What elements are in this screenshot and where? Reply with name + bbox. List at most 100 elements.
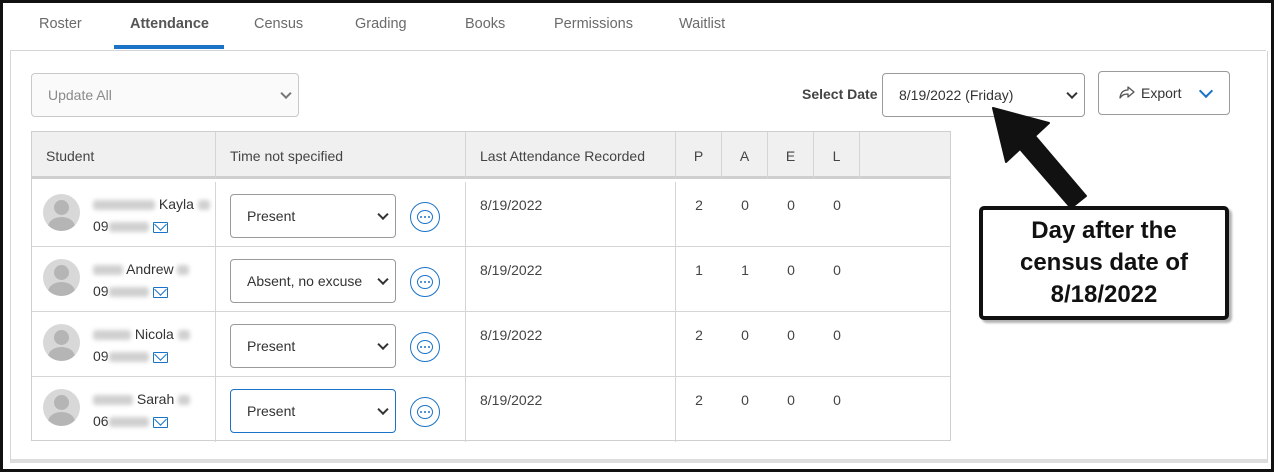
header-e: E	[768, 132, 814, 179]
count-excused: 0	[787, 327, 795, 343]
attendance-status-select[interactable]: Present	[230, 194, 396, 238]
header-last-attendance: Last Attendance Recorded	[466, 132, 676, 179]
tab-bar: Roster Attendance Census Grading Books P…	[10, 0, 1266, 51]
status-cell: Present	[216, 182, 466, 247]
tab-waitlist[interactable]: Waitlist	[679, 16, 725, 32]
comment-icon	[417, 210, 433, 224]
count-excused: 0	[787, 392, 795, 408]
student-first-name: Kayla	[158, 196, 194, 212]
comment-button[interactable]	[410, 202, 440, 232]
student-first-name: Nicola	[134, 326, 174, 342]
date-select[interactable]: 8/19/2022 (Friday)	[882, 73, 1085, 117]
redacted-id	[108, 222, 149, 233]
table-header: Student Time not specified Last Attendan…	[32, 132, 950, 179]
chevron-down-icon	[377, 403, 389, 416]
redacted-last-name	[93, 330, 131, 341]
attendance-table: Student Time not specified Last Attendan…	[31, 131, 951, 442]
header-a: A	[722, 132, 768, 179]
student-id: 09	[93, 348, 168, 364]
export-button[interactable]: Export	[1098, 71, 1230, 115]
header-time: Time not specified	[216, 132, 466, 179]
table-row: Andrew 09 Absent, no excuse 8/19/2022 1 …	[32, 247, 950, 312]
student-cell: Sarah 06	[32, 377, 216, 442]
tab-permissions[interactable]: Permissions	[554, 16, 633, 32]
update-all-label: Update All	[48, 87, 112, 103]
last-attendance-cell: 8/19/2022	[466, 312, 676, 377]
attendance-status-select[interactable]: Present	[230, 324, 396, 368]
student-id: 06	[93, 413, 168, 429]
chevron-down-icon	[1066, 87, 1078, 100]
student-id-prefix: 09	[93, 283, 109, 299]
comment-button[interactable]	[410, 397, 440, 427]
tab-attendance[interactable]: Attendance	[130, 16, 209, 32]
redacted-initial	[177, 265, 190, 276]
count-late: 0	[833, 197, 841, 213]
count-late: 0	[833, 262, 841, 278]
active-tab-indicator	[114, 45, 224, 49]
last-attendance-date: 8/19/2022	[480, 197, 543, 213]
email-icon[interactable]	[152, 286, 168, 298]
email-icon[interactable]	[152, 221, 168, 233]
redacted-initial	[178, 395, 191, 406]
attendance-status-value: Present	[247, 403, 296, 419]
export-label: Export	[1141, 85, 1182, 101]
attendance-status-value: Present	[247, 338, 296, 354]
student-cell: Andrew 09	[32, 247, 216, 312]
tab-grading[interactable]: Grading	[355, 16, 407, 32]
count-absent: 0	[741, 197, 749, 213]
student-id-prefix: 09	[93, 218, 109, 234]
attendance-status-value: Present	[247, 208, 296, 224]
status-cell: Present	[216, 312, 466, 377]
count-absent: 1	[741, 262, 749, 278]
count-present: 2	[695, 392, 703, 408]
student-first-name: Andrew	[126, 261, 174, 277]
tab-roster[interactable]: Roster	[39, 16, 82, 32]
count-absent: 0	[741, 392, 749, 408]
attendance-status-select[interactable]: Absent, no excuse	[230, 259, 396, 303]
redacted-id	[108, 287, 149, 298]
student-name: Sarah	[93, 391, 191, 407]
redacted-last-name	[93, 200, 155, 211]
status-cell: Absent, no excuse	[216, 247, 466, 312]
count-absent: 0	[741, 327, 749, 343]
last-attendance-cell: 8/19/2022	[466, 377, 676, 442]
attendance-status-value: Absent, no excuse	[247, 273, 363, 289]
count-present: 2	[695, 327, 703, 343]
student-id-prefix: 06	[93, 413, 109, 429]
header-l: L	[814, 132, 860, 179]
student-id-prefix: 09	[93, 348, 109, 364]
comment-button[interactable]	[410, 332, 440, 362]
tab-census[interactable]: Census	[254, 16, 303, 32]
callout-text: Day after the census date of 8/18/2022	[1019, 217, 1189, 308]
student-name: Kayla	[93, 196, 210, 212]
count-present: 1	[695, 262, 703, 278]
count-present: 2	[695, 197, 703, 213]
last-attendance-date: 8/19/2022	[480, 262, 543, 278]
table-row: Kayla 09 Present 8/19/2022 2 0 0 0	[32, 182, 950, 247]
tab-books[interactable]: Books	[465, 16, 505, 32]
count-excused: 0	[787, 197, 795, 213]
table-row: Sarah 06 Present 8/19/2022 2 0 0 0	[32, 377, 950, 442]
email-icon[interactable]	[152, 351, 168, 363]
count-excused: 0	[787, 262, 795, 278]
header-student: Student	[32, 132, 216, 179]
student-id: 09	[93, 218, 168, 234]
redacted-id	[108, 417, 149, 428]
update-all-select[interactable]: Update All	[31, 73, 299, 117]
redacted-initial	[197, 200, 210, 211]
comment-icon	[417, 275, 433, 289]
comment-icon	[417, 340, 433, 354]
count-late: 0	[833, 327, 841, 343]
status-cell: Present	[216, 377, 466, 442]
avatar	[43, 194, 80, 231]
share-icon	[1119, 86, 1135, 99]
student-first-name: Sarah	[136, 391, 175, 407]
redacted-initial	[177, 330, 190, 341]
comment-button[interactable]	[410, 267, 440, 297]
chevron-down-icon	[377, 208, 389, 221]
last-attendance-cell: 8/19/2022	[466, 247, 676, 312]
email-icon[interactable]	[152, 416, 168, 428]
attendance-status-select[interactable]: Present	[230, 389, 396, 433]
chevron-down-icon[interactable]	[1198, 83, 1214, 99]
student-cell: Kayla 09	[32, 182, 216, 247]
